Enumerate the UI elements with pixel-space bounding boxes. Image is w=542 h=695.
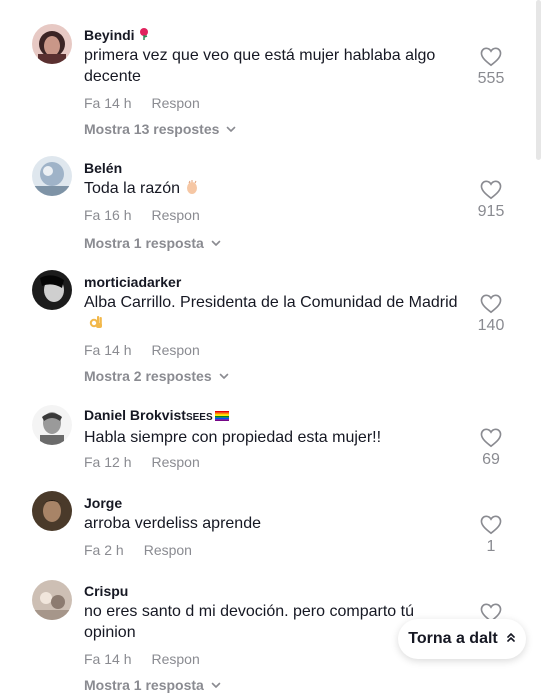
- view-replies-button[interactable]: Mostra 13 respostes: [84, 120, 237, 139]
- avatar[interactable]: [32, 405, 72, 445]
- avatar[interactable]: [32, 270, 72, 310]
- heart-icon[interactable]: [480, 515, 502, 535]
- comment-text: arroba verdeliss aprende: [84, 515, 261, 532]
- reply-button[interactable]: Respon: [151, 95, 199, 111]
- reply-button[interactable]: Respon: [151, 454, 199, 470]
- like-count: 69: [482, 451, 500, 468]
- comment-username[interactable]: Jorge: [84, 494, 122, 512]
- view-replies-button[interactable]: Mostra 2 respostes: [84, 367, 230, 386]
- like-control: 1: [468, 515, 514, 557]
- view-replies-button[interactable]: Mostra 1 resposta: [84, 676, 222, 695]
- comment-time: Fa 16 h: [84, 207, 132, 223]
- comment-time: Fa 2 h: [84, 542, 124, 558]
- rainbow-flag-emoji: [214, 407, 229, 425]
- like-count: 140: [477, 317, 505, 334]
- avatar-photo: [32, 24, 72, 64]
- heart-icon[interactable]: [480, 428, 502, 448]
- comment-text: Habla siempre con propiedad esta mujer!!: [84, 429, 382, 446]
- reply-button[interactable]: Respon: [144, 542, 192, 558]
- comment-username[interactable]: Belén: [84, 159, 122, 177]
- comment-time: Fa 12 h: [84, 454, 132, 470]
- chevron-down-icon: [225, 121, 237, 139]
- avatar[interactable]: [32, 156, 72, 196]
- comment-time: Fa 14 h: [84, 342, 132, 358]
- back-to-top-label: Torna a dalt: [408, 630, 498, 647]
- chevron-down-icon: [210, 677, 222, 695]
- reply-button[interactable]: Respon: [151, 651, 199, 667]
- scrollbar-thumb[interactable]: [536, 0, 541, 160]
- comment-time: Fa 14 h: [84, 651, 132, 667]
- comment-text-body: Alba Carrillo. Presidenta de la Comunida…: [84, 294, 458, 311]
- comment-username[interactable]: Daniel BrokvistSEES: [84, 406, 229, 427]
- username-text: Beyindi: [84, 27, 135, 43]
- like-control: 555: [468, 47, 514, 89]
- rose-emoji: [137, 27, 151, 45]
- comment-text-body: Toda la razón: [84, 180, 181, 197]
- avatar-photo: [32, 270, 72, 310]
- heart-icon[interactable]: [480, 180, 502, 200]
- double-chevron-up-icon: [506, 630, 516, 648]
- avatar[interactable]: [32, 580, 72, 620]
- view-replies-button[interactable]: Mostra 1 resposta: [84, 234, 222, 253]
- comment-time: Fa 14 h: [84, 95, 132, 111]
- scrollbar[interactable]: [536, 0, 542, 690]
- heart-icon[interactable]: [480, 47, 502, 67]
- reply-button[interactable]: Respon: [151, 207, 199, 223]
- clapping-hands-emoji: [184, 179, 200, 201]
- comment-meta: Fa 2 h Respon: [84, 541, 192, 559]
- like-count: 1: [486, 538, 496, 555]
- comment-text: Alba Carrillo. Presidenta de la Comunida…: [84, 292, 464, 336]
- avatar-photo: [32, 156, 72, 196]
- like-control: 140: [468, 294, 514, 336]
- avatar[interactable]: [32, 491, 72, 531]
- heart-icon[interactable]: [480, 294, 502, 314]
- view-replies-label: Mostra 1 resposta: [84, 677, 204, 693]
- like-count: 555: [477, 70, 505, 87]
- avatar-photo: [32, 580, 72, 620]
- avatar-photo: [32, 491, 72, 531]
- like-control: 69: [468, 428, 514, 470]
- avatar[interactable]: [32, 24, 72, 64]
- comment-text: primera vez que veo que está mujer habla…: [84, 47, 436, 85]
- comment-meta: Fa 14 h Respon: [84, 650, 200, 668]
- comment-username[interactable]: morticiadarker: [84, 273, 181, 291]
- chevron-down-icon: [218, 368, 230, 386]
- like-count: 915: [477, 203, 505, 220]
- comment-meta: Fa 16 h Respon: [84, 206, 200, 224]
- comment-meta: Fa 14 h Respon: [84, 341, 200, 359]
- comment-list: Beyindi primera vez que veo que está muj…: [0, 0, 536, 693]
- username-suffix: SEES: [185, 412, 213, 423]
- view-replies-label: Mostra 13 respostes: [84, 121, 220, 137]
- reply-button[interactable]: Respon: [151, 342, 199, 358]
- comment-username[interactable]: Crispu: [84, 582, 128, 600]
- comment-meta: Fa 12 h Respon: [84, 453, 200, 471]
- avatar-photo: [32, 405, 72, 445]
- view-replies-label: Mostra 2 respostes: [84, 368, 212, 384]
- username-text: Daniel Brokvist: [84, 407, 186, 423]
- chevron-down-icon: [210, 235, 222, 253]
- comment-username[interactable]: Beyindi: [84, 26, 151, 45]
- like-control: 915: [468, 180, 514, 222]
- comment-meta: Fa 14 h Respon: [84, 94, 200, 112]
- back-to-top-button[interactable]: Torna a dalt: [398, 619, 526, 659]
- ok-hand-emoji: [88, 314, 104, 336]
- view-replies-label: Mostra 1 resposta: [84, 235, 204, 251]
- comment-text: Toda la razón: [84, 178, 464, 201]
